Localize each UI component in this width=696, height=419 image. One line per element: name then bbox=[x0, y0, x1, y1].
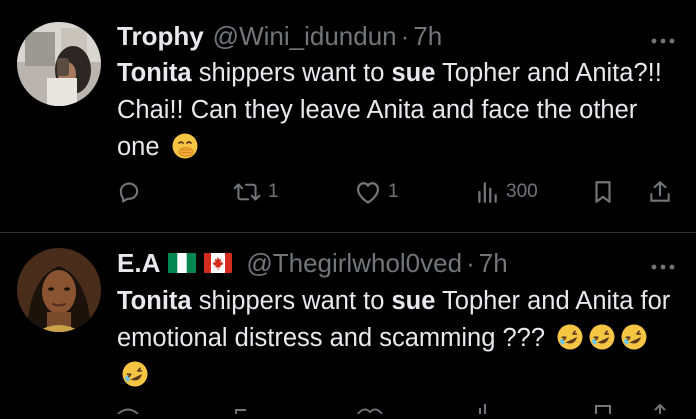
views-button[interactable]: 300 bbox=[474, 178, 538, 206]
bookmark-icon bbox=[595, 181, 611, 203]
separator: · bbox=[400, 20, 410, 51]
rolling-on-floor-laughing-emoji bbox=[556, 323, 584, 351]
timestamp[interactable]: 7h bbox=[413, 21, 442, 52]
tweet[interactable]: E.A @Thegirlwhol0ved · 7h Tonita shipper… bbox=[0, 233, 696, 415]
display-name[interactable]: E.A bbox=[117, 248, 160, 279]
avatar[interactable] bbox=[17, 22, 101, 106]
rolling-on-floor-laughing-emoji bbox=[588, 323, 616, 351]
repost-icon bbox=[233, 183, 261, 201]
canada-flag-icon bbox=[204, 253, 233, 273]
tweet-text: Tonita shippers want to sue Topher and A… bbox=[117, 283, 676, 394]
tweet-header: E.A @Thegirlwhol0ved · 7h bbox=[117, 245, 656, 281]
reply-icon bbox=[119, 182, 139, 203]
share-icon bbox=[650, 181, 670, 202]
view-count: 300 bbox=[506, 181, 538, 202]
more-options-icon[interactable] bbox=[650, 33, 676, 44]
analytics-icon bbox=[478, 182, 497, 203]
repost-count: 1 bbox=[268, 181, 279, 202]
bookmark-button[interactable] bbox=[592, 178, 614, 206]
bold-text: sue bbox=[391, 59, 436, 87]
display-name[interactable]: Trophy bbox=[117, 21, 204, 52]
text-segment: shippers want to bbox=[191, 59, 392, 87]
timestamp[interactable]: 7h bbox=[479, 248, 508, 279]
reply-button[interactable] bbox=[116, 178, 148, 206]
heart-icon bbox=[356, 182, 380, 204]
handle[interactable]: @Wini_idundun bbox=[213, 21, 397, 52]
face-with-hand-over-mouth-emoji bbox=[171, 132, 199, 160]
repost-button[interactable]: 1 bbox=[232, 178, 279, 206]
nigeria-flag-icon bbox=[168, 253, 197, 273]
share-button[interactable] bbox=[648, 178, 672, 206]
tweet-text: Tonita shippers want to sue Topher and A… bbox=[117, 55, 676, 166]
like-button[interactable]: 1 bbox=[354, 178, 399, 206]
like-count: 1 bbox=[388, 181, 399, 202]
rolling-on-floor-laughing-emoji bbox=[620, 323, 648, 351]
more-options-icon[interactable] bbox=[650, 259, 676, 270]
tweet-actions: 1 1 300 bbox=[0, 172, 696, 212]
text-segment: shippers want to bbox=[191, 287, 392, 315]
avatar[interactable] bbox=[17, 248, 101, 332]
bold-text: sue bbox=[391, 287, 436, 315]
bold-text[interactable]: Tonita bbox=[117, 59, 192, 87]
handle[interactable]: @Thegirlwhol0ved bbox=[246, 248, 462, 279]
bold-text[interactable]: Tonita bbox=[117, 287, 192, 315]
separator: · bbox=[466, 247, 475, 278]
tweet-actions bbox=[0, 401, 696, 415]
rolling-on-floor-laughing-emoji bbox=[121, 360, 149, 388]
tweet[interactable]: Trophy @Wini_idundun · 7h Tonita shipper… bbox=[0, 0, 696, 233]
tweet-header: Trophy @Wini_idundun · 7h bbox=[117, 18, 656, 54]
